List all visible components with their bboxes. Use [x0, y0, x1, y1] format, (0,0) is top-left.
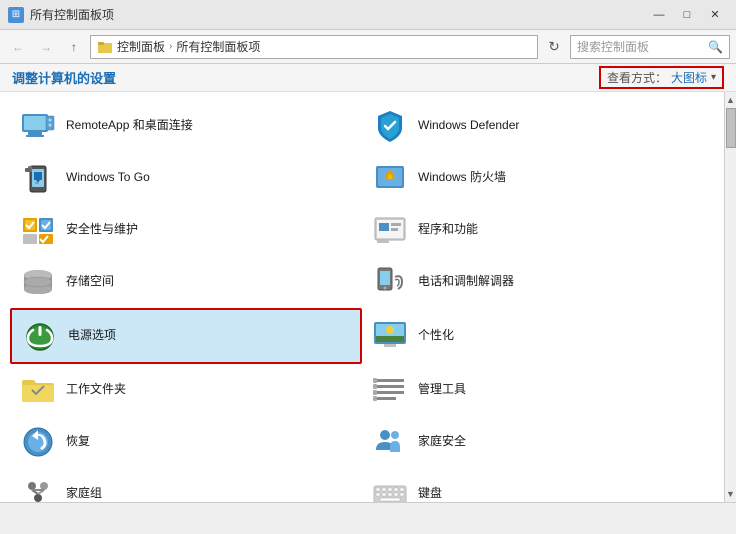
- icon-keyboard: [370, 474, 410, 502]
- icon-remote-app: [18, 106, 58, 146]
- item-windows-to-go[interactable]: Windows To Go: [10, 152, 362, 204]
- icon-power: [20, 316, 60, 356]
- maximize-button[interactable]: □: [674, 5, 700, 25]
- search-box[interactable]: 搜索控制面板 🔍: [570, 35, 730, 59]
- icon-phone-modem: [370, 262, 410, 302]
- icon-windows-to-go: [18, 158, 58, 198]
- item-phone-modem[interactable]: 电话和调制解调器: [362, 256, 714, 308]
- icon-security: [18, 210, 58, 250]
- scroll-up-arrow[interactable]: ▲: [725, 92, 736, 108]
- label-windows-defender: Windows Defender: [418, 118, 519, 134]
- address-breadcrumb[interactable]: 控制面板 › 所有控制面板项: [90, 35, 538, 59]
- item-keyboard[interactable]: 键盘: [362, 468, 714, 502]
- label-remote-app: RemoteApp 和桌面连接: [66, 118, 193, 134]
- view-options: 查看方式： 大图标 ▾: [599, 66, 724, 89]
- label-security: 安全性与维护: [66, 222, 138, 238]
- label-storage: 存储空间: [66, 274, 114, 290]
- title-bar: ⊞ 所有控制面板项 — □ ✕: [0, 0, 736, 30]
- window-controls: — □ ✕: [646, 5, 728, 25]
- folder-icon: [97, 39, 113, 55]
- address-bar: ← → ↑ 控制面板 › 所有控制面板项 ↻ 搜索控制面板 🔍: [0, 30, 736, 64]
- refresh-button[interactable]: ↻: [542, 35, 566, 59]
- item-family-safety[interactable]: 家庭安全: [362, 416, 714, 468]
- status-bar: [0, 502, 736, 524]
- view-dropdown-icon[interactable]: ▾: [711, 72, 716, 83]
- back-button[interactable]: ←: [6, 35, 30, 59]
- item-security[interactable]: 安全性与维护: [10, 204, 362, 256]
- item-personalize[interactable]: 个性化: [362, 308, 714, 364]
- up-button[interactable]: ↑: [62, 35, 86, 59]
- label-windows-to-go: Windows To Go: [66, 170, 150, 186]
- scroll-track[interactable]: [725, 108, 736, 486]
- page-title: 调整计算机的设置: [12, 68, 116, 87]
- label-power: 电源选项: [68, 328, 116, 344]
- label-family-safety: 家庭安全: [418, 434, 466, 450]
- item-windows-firewall[interactable]: Windows 防火墙: [362, 152, 714, 204]
- icon-family-safety: [370, 422, 410, 462]
- item-programs[interactable]: 程序和功能: [362, 204, 714, 256]
- label-programs: 程序和功能: [418, 222, 478, 238]
- icon-admin-tools: [370, 370, 410, 410]
- scroll-thumb[interactable]: [726, 108, 736, 148]
- item-remote-app[interactable]: RemoteApp 和桌面连接: [10, 100, 362, 152]
- minimize-button[interactable]: —: [646, 5, 672, 25]
- icon-restore: [18, 422, 58, 462]
- icon-storage: [18, 262, 58, 302]
- item-power[interactable]: 电源选项: [10, 308, 362, 364]
- label-windows-firewall: Windows 防火墙: [418, 170, 506, 186]
- icon-windows-firewall: [370, 158, 410, 198]
- label-homegroup: 家庭组: [66, 486, 102, 502]
- main-area: RemoteApp 和桌面连接 Windows Defender Windows…: [0, 92, 736, 502]
- icon-work-folder: [18, 370, 58, 410]
- label-work-folder: 工作文件夹: [66, 382, 126, 398]
- search-placeholder: 搜索控制面板: [577, 38, 708, 55]
- window-icon: ⊞: [8, 7, 24, 23]
- label-personalize: 个性化: [418, 328, 454, 344]
- toolbar: 调整计算机的设置 查看方式： 大图标 ▾: [0, 64, 736, 92]
- label-phone-modem: 电话和调制解调器: [418, 274, 514, 290]
- scrollbar[interactable]: ▲ ▼: [724, 92, 736, 502]
- item-restore[interactable]: 恢复: [10, 416, 362, 468]
- icon-programs: [370, 210, 410, 250]
- icon-windows-defender: [370, 106, 410, 146]
- content-area: RemoteApp 和桌面连接 Windows Defender Windows…: [0, 92, 724, 502]
- item-homegroup[interactable]: 家庭组: [10, 468, 362, 502]
- search-icon[interactable]: 🔍: [708, 40, 723, 54]
- close-button[interactable]: ✕: [702, 5, 728, 25]
- label-keyboard: 键盘: [418, 486, 442, 502]
- item-windows-defender[interactable]: Windows Defender: [362, 100, 714, 152]
- view-label: 查看方式：: [607, 69, 667, 86]
- window-title: 所有控制面板项: [30, 6, 646, 23]
- item-storage[interactable]: 存储空间: [10, 256, 362, 308]
- icon-homegroup: [18, 474, 58, 502]
- items-grid: RemoteApp 和桌面连接 Windows Defender Windows…: [10, 100, 714, 502]
- label-restore: 恢复: [66, 434, 90, 450]
- label-admin-tools: 管理工具: [418, 382, 466, 398]
- forward-button[interactable]: →: [34, 35, 58, 59]
- scroll-down-arrow[interactable]: ▼: [725, 486, 736, 502]
- view-mode-button[interactable]: 大图标: [671, 69, 707, 86]
- icon-personalize: [370, 316, 410, 356]
- item-work-folder[interactable]: 工作文件夹: [10, 364, 362, 416]
- item-admin-tools[interactable]: 管理工具: [362, 364, 714, 416]
